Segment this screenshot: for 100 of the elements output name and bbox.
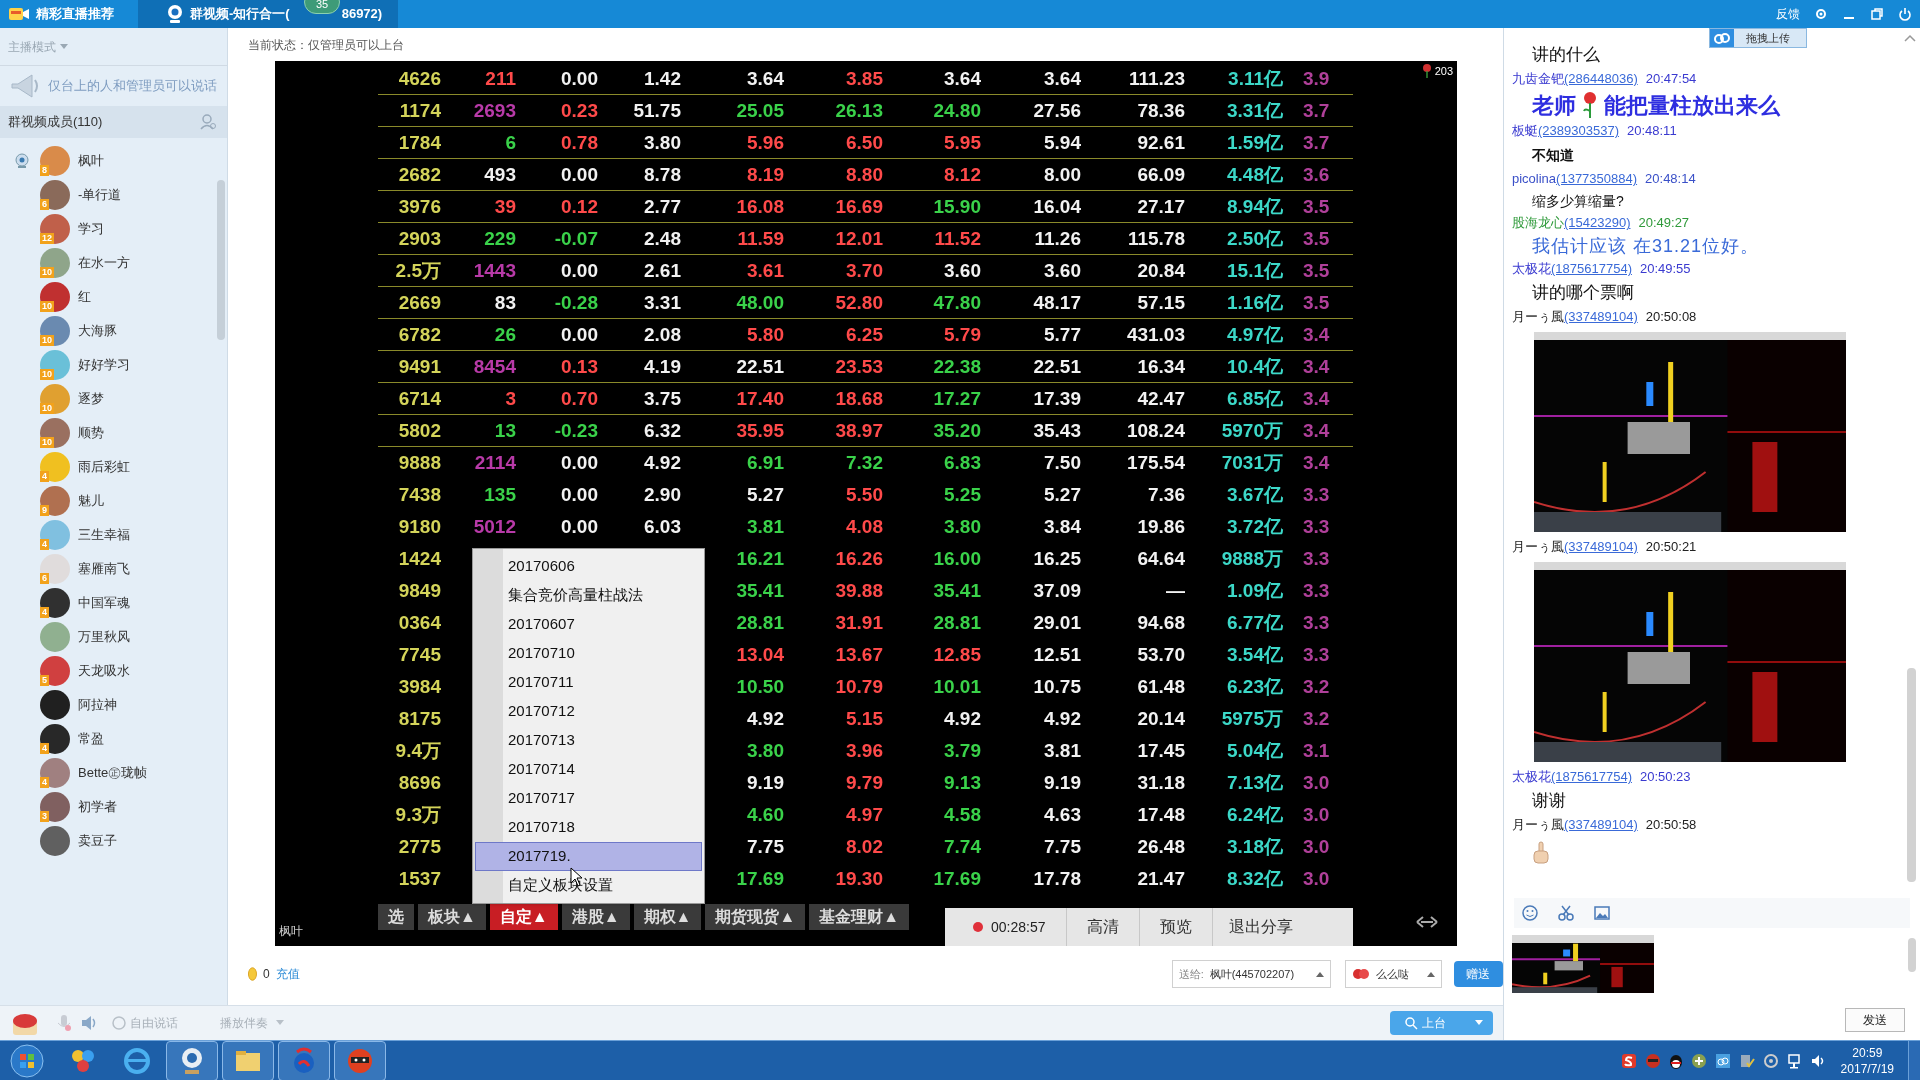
speaker-icon[interactable] [80,1014,98,1032]
user-id-link[interactable]: (286448036) [1564,69,1638,89]
device-check-icon[interactable] [1738,1052,1755,1069]
upload-button[interactable]: 拖拽上传 [1709,28,1807,48]
message-text: 讲的哪个票啊 [1532,282,1634,305]
tab[interactable]: 群视频-知行合一( 86972) 35 [138,0,399,28]
expand-icon[interactable] [1415,916,1439,928]
member-item[interactable]: 4 雨后彩虹 [0,450,227,484]
send-button[interactable]: 发送 [1845,1008,1905,1032]
scrollbar[interactable] [1908,938,1916,972]
board-tab[interactable]: 基金理财▲ [809,904,910,930]
user-id-link[interactable]: (337489104) [1564,537,1638,557]
member-item[interactable]: 3 初学者 [0,790,227,824]
video-camera-icon [8,6,30,22]
member-item[interactable]: 4 常盈 [0,722,227,756]
message-time: 20:48:14 [1645,170,1696,189]
member-item[interactable]: 9 魅儿 [0,484,227,518]
sender-name: 九齿金钯 [1512,70,1564,89]
power-icon[interactable] [1898,7,1912,21]
member-item[interactable]: 10 大海豚 [0,314,227,348]
member-item[interactable]: 10 逐梦 [0,382,227,416]
member-item[interactable]: 阿拉神 [0,688,227,722]
menu-item[interactable]: 2017719. [475,842,702,871]
member-item[interactable]: 万里秋风 [0,620,227,654]
menu-item[interactable]: 20170717 [475,784,702,813]
table-cell-text: 22.51 [1032,355,1081,378]
member-item[interactable]: 10 好好学习 [0,348,227,382]
member-item[interactable]: 卖豆子 [0,824,227,858]
menu-item[interactable]: 集合竞价高量柱战法 [475,581,702,610]
board-tab[interactable]: 期权▲ [633,904,702,930]
user-id-link[interactable]: (2389303537) [1538,121,1619,141]
table-cell-text: 6.25 [845,323,883,346]
restore-icon[interactable] [1870,7,1884,21]
menu-item[interactable]: 20170710 [475,639,702,668]
member-item[interactable]: 10 顺势 [0,416,227,450]
member-item[interactable]: 4 中国军魂 [0,586,227,620]
user-id-link[interactable]: (1875617754) [1551,767,1632,787]
user-id-link[interactable]: (1377350884) [1556,169,1638,189]
menu-item[interactable]: 20170712 [475,697,702,726]
input-method-icon[interactable] [1620,1052,1637,1069]
collapse-icon[interactable] [1904,34,1916,42]
start-orb-icon[interactable] [10,1043,44,1078]
message-text: 老师 [1532,91,1576,120]
member-item[interactable]: 5 天龙吸水 [0,654,227,688]
gift-select[interactable]: 么么哒 [1345,960,1442,988]
table-cell-text: 10.50 [735,675,784,698]
level-badge: 10 [40,369,54,380]
recipient-select[interactable]: 送给: 枫叶(445702207) [1171,960,1332,988]
recording-button[interactable]: 高清 [1066,908,1140,946]
table-cell-text: 111.23 [1127,67,1185,90]
menu-item[interactable]: 20170607 [475,610,702,639]
user-id-link[interactable]: (1875617754) [1551,259,1632,279]
member-item[interactable]: 6 -单行道 [0,178,227,212]
member-item[interactable]: 6 塞雁南飞 [0,552,227,586]
scissors-icon[interactable] [1558,905,1574,921]
feedback-link[interactable]: 反馈 [1776,5,1800,23]
penguin-icon[interactable] [1668,1052,1683,1069]
emoji-icon[interactable] [1522,905,1538,921]
table-cell-text: 1537 [397,867,441,890]
board-tab[interactable]: 选 [378,904,414,930]
scrollbar[interactable] [1907,668,1916,882]
image-icon[interactable] [1594,905,1610,921]
plus-circle-icon[interactable] [1690,1052,1707,1069]
table-cell-text: 5.15 [845,707,883,730]
table-cell-text: 3.5 [1302,227,1331,250]
menu-item[interactable]: 20170711 [475,668,702,697]
member-item[interactable]: 10 在水一方 [0,246,227,280]
menu-item[interactable]: 20170713 [475,726,702,755]
user-id-link[interactable]: (337489104) [1564,307,1638,327]
board-tab[interactable]: 期货现货▲ [705,904,806,930]
member-item[interactable]: 12 学习 [0,212,227,246]
member-item[interactable]: 4 三生幸福 [0,518,227,552]
network-icon[interactable] [1786,1052,1803,1069]
user-id-link[interactable]: (337489104) [1564,815,1638,835]
clock[interactable]: 20:59 2017/7/19 [1840,1044,1894,1077]
table-cell-text: 3.5 [1302,259,1331,282]
user-search-icon [1404,1016,1418,1030]
recharge-link[interactable]: 充值 [275,965,300,983]
member-item[interactable]: 10 红 [0,280,227,314]
table-cell-text: 10.75 [1032,675,1081,698]
menu-item[interactable]: 20170714 [475,755,702,784]
level-badge: 10 [40,403,54,414]
settings-icon[interactable] [1814,7,1828,21]
user-id-link[interactable]: (15423290) [1564,213,1631,233]
member-item[interactable]: 4 Bette㊣珑帧 [0,756,227,790]
folder-icon[interactable] [222,1040,274,1080]
recording-button[interactable]: 预览 [1139,908,1213,946]
recording-button[interactable]: 退出分享 [1212,908,1309,946]
board-tab[interactable]: 板块▲ [418,904,486,930]
tab[interactable]: 精彩直播推荐 [0,0,138,28]
scrollbar[interactable] [217,180,225,340]
show-desktop-button[interactable] [1908,1040,1920,1080]
menu-item[interactable]: 20170718 [475,813,702,842]
member-item[interactable]: 8 枫叶 [0,144,227,178]
webcam-icon[interactable] [166,1040,218,1080]
board-tab[interactable]: 自定▲ [489,904,558,930]
table-cell-text: 25.05 [735,99,784,122]
board-tab[interactable]: 港股▲ [561,904,630,930]
table-cell-text: 31.91 [834,611,883,634]
menu-item[interactable]: 20170606 [475,552,702,581]
